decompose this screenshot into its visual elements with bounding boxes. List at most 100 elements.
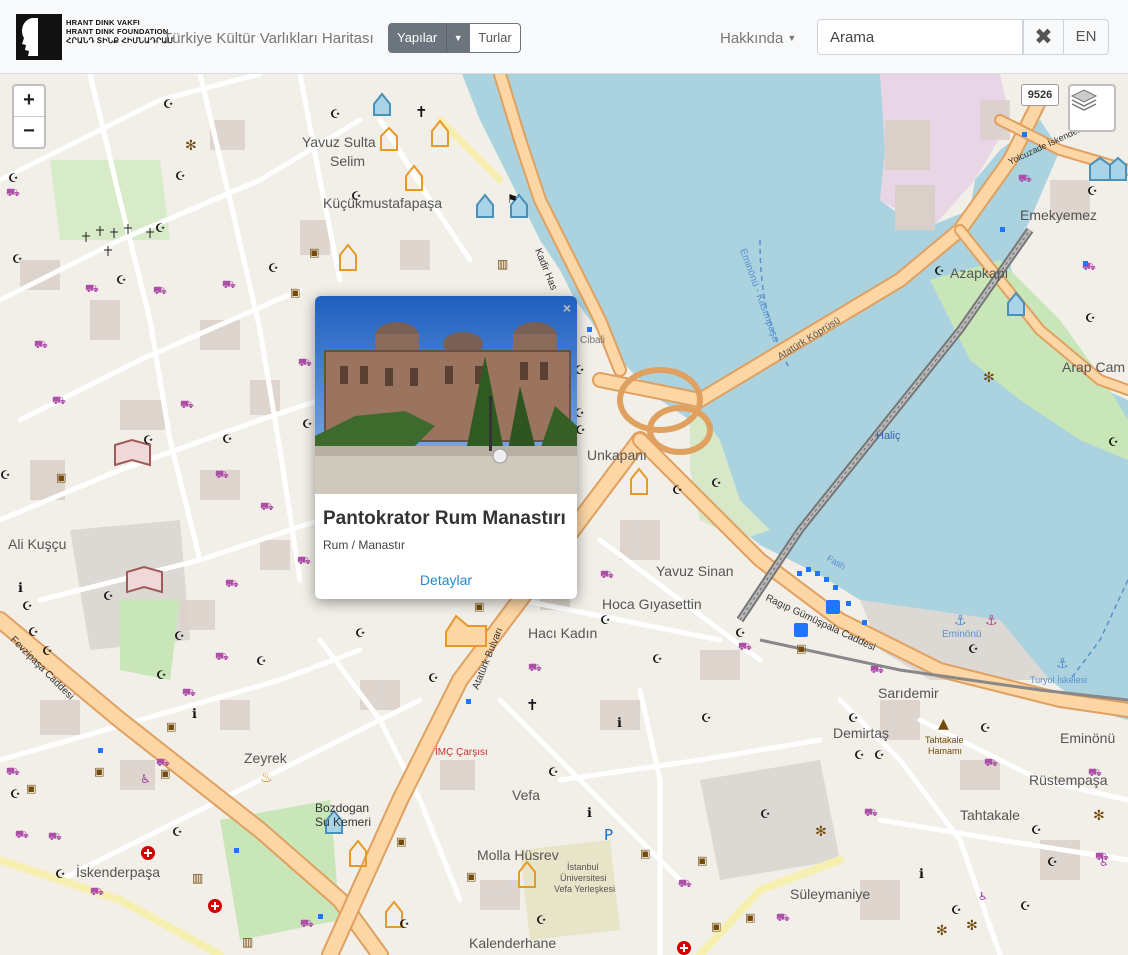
svg-text:✻: ✻	[983, 370, 995, 386]
logo-text: HRANT DINK VAKFI HRANT DINK FOUNDATION Հ…	[66, 18, 174, 45]
about-menu[interactable]: Hakkında ▼	[720, 30, 796, 47]
svg-text:☪: ☪	[116, 273, 127, 287]
label-tahtakale: Tahtakale	[960, 807, 1020, 823]
label-arap-cami: Arap Cam	[1062, 359, 1125, 375]
label-tahtakale-hamami-1: Tahtakale	[925, 735, 964, 745]
svg-text:☪: ☪	[156, 668, 167, 682]
svg-text:⛟: ⛟	[600, 568, 614, 581]
map-canvas[interactable]: ☪ ☪ ☪ ☪ ☪ ☪ ☪ ☪ ☪ ☪ ☪ ☪ ☪ ☪ ☪ ☪ ☪ ☪ ☪ ☪ ☪ ☪ ☪ ☪ ☪ ☪ ☪ ☪ ☪ ☪ …	[0, 74, 1128, 955]
svg-text:☪: ☪	[143, 433, 154, 447]
svg-text:☪: ☪	[1085, 311, 1096, 325]
svg-text:⛟: ⛟	[298, 356, 312, 369]
svg-text:☪: ☪	[10, 787, 21, 801]
svg-text:⛟: ⛟	[85, 282, 99, 295]
svg-text:☪: ☪	[1047, 855, 1058, 869]
label-demirtas: Demirtaş	[833, 725, 889, 741]
svg-text:⛟: ⛟	[6, 765, 20, 778]
svg-text:▣: ▣	[94, 765, 104, 778]
svg-text:☪: ☪	[428, 671, 439, 685]
svg-text:⛟: ⛟	[870, 663, 884, 676]
label-zeyrek: Zeyrek	[244, 750, 288, 766]
svg-text:▣: ▣	[711, 920, 721, 933]
svg-text:⛟: ⛟	[225, 577, 239, 590]
svg-text:⚓: ⚓	[1056, 656, 1069, 672]
svg-text:▣: ▣	[26, 782, 36, 795]
svg-text:⛟: ⛟	[90, 885, 104, 898]
svg-text:⛟: ⛟	[48, 830, 62, 843]
svg-text:⛟: ⛟	[182, 686, 196, 699]
svg-text:⛟: ⛟	[180, 398, 194, 411]
label-unkapani: Unkapanı	[587, 447, 647, 463]
hrant-dink-foundation-logo[interactable]: HRANT DINK VAKFI HRANT DINK FOUNDATION Հ…	[16, 14, 173, 60]
svg-text:⚓: ⚓	[985, 613, 998, 629]
svg-text:☪: ☪	[548, 765, 559, 779]
svg-text:☪: ☪	[951, 903, 962, 917]
svg-text:⛟: ⛟	[215, 468, 229, 481]
svg-text:ℹ: ℹ	[919, 867, 924, 882]
label-yavuz-sinan: Yavuz Sinan	[656, 563, 734, 579]
svg-text:☪: ☪	[256, 654, 267, 668]
svg-text:✻: ✻	[966, 918, 978, 934]
svg-text:▲: ▲	[938, 716, 949, 732]
svg-text:✻: ✻	[815, 824, 827, 840]
svg-text:⛟: ⛟	[297, 554, 311, 567]
layers-icon	[1070, 89, 1098, 111]
svg-text:⛟: ⛟	[678, 877, 692, 890]
label-kalenderhane: Kalenderhane	[469, 935, 556, 951]
svg-text:⛟: ⛟	[738, 640, 752, 653]
details-link[interactable]: Detaylar	[315, 572, 577, 588]
svg-text:☪: ☪	[701, 711, 712, 725]
svg-text:⛟: ⛟	[153, 284, 167, 297]
svg-text:☪: ☪	[672, 483, 683, 497]
svg-text:ℹ: ℹ	[18, 581, 23, 596]
zoom-in-button[interactable]: +	[14, 86, 44, 117]
yapilar-button[interactable]: Yapılar	[388, 23, 447, 53]
language-toggle-button[interactable]: EN	[1063, 19, 1109, 55]
label-yavuz-sultan-1: Yavuz Sulta	[302, 134, 376, 150]
label-hoca-giyasettin: Hoca Gıyasettin	[602, 596, 702, 612]
svg-text:☪: ☪	[760, 807, 771, 821]
layers-control[interactable]	[1068, 84, 1116, 132]
svg-text:▥: ▥	[192, 871, 203, 885]
svg-text:▣: ▣	[56, 471, 66, 484]
search-input[interactable]	[817, 19, 1023, 55]
svg-text:▣: ▣	[745, 911, 755, 924]
label-ali-kuscu: Ali Kuşçu	[8, 536, 66, 552]
svg-text:♨: ♨	[260, 770, 273, 786]
turlar-button[interactable]: Turlar	[470, 23, 521, 53]
svg-text:⛟: ⛟	[260, 500, 274, 513]
label-tahtakale-hamami-2: Hamamı	[928, 746, 962, 756]
svg-text:✻: ✻	[185, 138, 197, 154]
clear-search-button[interactable]: ✖	[1023, 19, 1064, 55]
svg-text:☪: ☪	[1031, 823, 1042, 837]
svg-text:☪: ☪	[103, 589, 114, 603]
svg-text:⛟: ⛟	[984, 756, 998, 769]
svg-text:▣: ▣	[309, 246, 319, 259]
label-kucukmustafapasa: Küçükmustafapaşa	[323, 195, 442, 211]
popup-close-button[interactable]: ×	[563, 300, 571, 316]
app-title[interactable]: Türkiye Kültür Varlıkları Haritası	[163, 30, 374, 47]
label-cibali: Cibali	[580, 335, 605, 346]
zoom-out-button[interactable]: −	[14, 117, 44, 147]
svg-text:☪: ☪	[536, 913, 547, 927]
caret-down-icon: ▼	[453, 33, 463, 43]
svg-text:☪: ☪	[222, 432, 233, 446]
svg-text:☪: ☪	[854, 748, 865, 762]
monument-popup: × Pantokrator Rum Manastırı Rum / Manast…	[315, 296, 577, 599]
svg-text:▣: ▣	[160, 767, 170, 780]
label-emekyemez: Emekyemez	[1020, 207, 1097, 223]
svg-text:⛟: ⛟	[15, 828, 29, 841]
svg-text:⛟: ⛟	[34, 338, 48, 351]
svg-text:☪: ☪	[12, 252, 23, 266]
svg-text:☪: ☪	[330, 107, 341, 121]
svg-text:▣: ▣	[474, 600, 484, 613]
svg-text:▣: ▣	[796, 642, 806, 655]
svg-text:☪: ☪	[175, 169, 186, 183]
svg-text:☪: ☪	[1020, 899, 1031, 913]
svg-text:☪: ☪	[155, 221, 166, 235]
svg-text:♿: ♿	[1099, 856, 1109, 869]
monument-photo[interactable]	[315, 296, 577, 494]
svg-text:⛟: ⛟	[300, 917, 314, 930]
yapilar-dropdown-toggle[interactable]: ▼	[446, 23, 471, 53]
svg-text:✝: ✝	[526, 696, 539, 714]
